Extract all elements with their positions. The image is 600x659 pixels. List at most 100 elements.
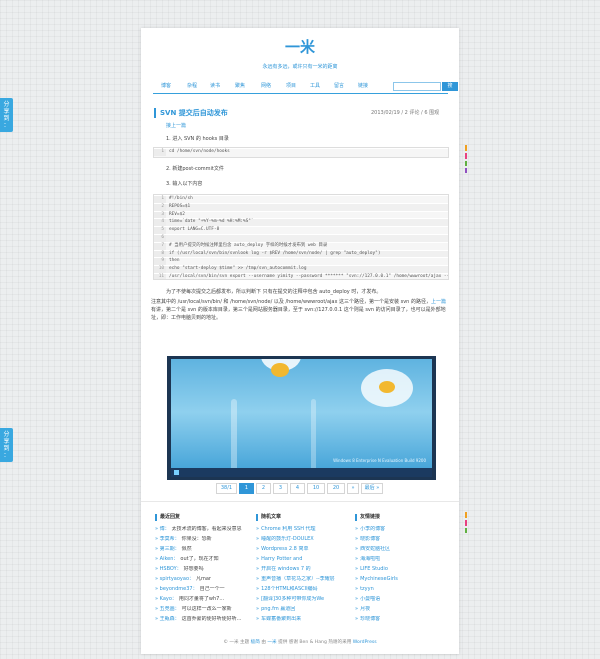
footer-list-item[interactable]: » 车蝶蓄番聚到出来 bbox=[256, 616, 348, 626]
item-prefix: » 五竞画： bbox=[155, 606, 180, 612]
share-tab-bottom[interactable]: 分 享 到 ： bbox=[0, 428, 13, 462]
step-1-text: 1. 进入 SVN 的 hooks 目录 bbox=[166, 136, 229, 142]
item-prefix: » bbox=[256, 596, 260, 602]
footer-list-item[interactable]: » 珍晓博客 bbox=[355, 616, 447, 626]
footer-list-item[interactable]: » 小李的博客 bbox=[355, 526, 447, 536]
step-2-text: 2. 新建post-commit文件 bbox=[166, 166, 224, 172]
footer-list-item[interactable]: » MychineseGirls bbox=[355, 576, 447, 586]
item-text: 你果没：恐新 bbox=[181, 536, 212, 542]
footer-divider bbox=[141, 501, 459, 502]
item-text: Harry Potter and bbox=[261, 556, 303, 562]
post-title-marker bbox=[154, 108, 156, 118]
footer-list-item[interactable]: » 西安蛇脑社区 bbox=[355, 546, 447, 556]
page-link-1[interactable]: 1 bbox=[239, 483, 254, 494]
item-prefix: » bbox=[355, 546, 359, 552]
wordpress-link[interactable]: WordPress bbox=[353, 640, 377, 645]
footer-list-item[interactable]: » Wordpress 2.8 简单 bbox=[256, 546, 348, 556]
footer-list-item[interactable]: » [翻译]30多种可带你成为We bbox=[256, 596, 348, 606]
line-number: 4 bbox=[154, 219, 166, 227]
line-number: 5 bbox=[154, 227, 166, 234]
footer-list-item[interactable]: » 第三期： 佩然 bbox=[155, 546, 247, 556]
footer-list-item[interactable]: » 重声音播（草花马之家）--李耀层 bbox=[256, 576, 348, 586]
item-text: 珍晓博客 bbox=[360, 616, 381, 622]
windows-8-screenshot: Windows 8 Enterprise N Evaluation Build … bbox=[167, 356, 436, 480]
site-title[interactable]: 一米 bbox=[141, 38, 459, 56]
page-link-20[interactable]: 20 bbox=[327, 483, 345, 494]
item-text: 月夜 bbox=[360, 606, 371, 612]
footer-list-item[interactable]: » 开启在 windows 7 的 bbox=[256, 566, 348, 576]
item-text: 用同才董将了wh7... bbox=[178, 596, 225, 602]
item-text: 西安蛇脑社区 bbox=[360, 546, 391, 552]
footer-list-item[interactable]: » 晓影博客 bbox=[355, 536, 447, 546]
search-input[interactable] bbox=[393, 82, 441, 91]
footer-list-item[interactable]: » 睡醒的鼓乐灯-DOULEX bbox=[256, 536, 348, 546]
item-text: out了，现在才知 bbox=[180, 556, 219, 562]
code-line: 3 REV=$2 bbox=[154, 210, 448, 219]
friend-links-list: » 小李的博客» 晓影博客» 西安蛇脑社区» 海海啦啦» LIFE Studio» Mych… bbox=[355, 526, 447, 626]
item-prefix: » bbox=[355, 576, 359, 582]
footer-list-item[interactable]: » 128个HTML和ASCII编码 bbox=[256, 586, 348, 596]
theme-link[interactable]: 极简 bbox=[251, 640, 260, 645]
nav-item-network[interactable]: 网络 bbox=[261, 83, 271, 90]
item-prefix: » bbox=[256, 556, 260, 562]
item-text: 车蝶蓄番聚到出来 bbox=[261, 616, 302, 622]
footer-list-item[interactable]: » HSBOY： 好想要吗 bbox=[155, 566, 247, 576]
nav-item-links[interactable]: 链接 bbox=[358, 83, 368, 90]
search-button[interactable]: 搜 bbox=[442, 82, 458, 91]
code-line: 9 then bbox=[154, 257, 448, 266]
line-number: 11 bbox=[154, 273, 166, 279]
item-prefix: » bbox=[355, 556, 359, 562]
footer-list-item[interactable]: » tzyyn bbox=[355, 586, 447, 596]
last-page-button[interactable]: 最后 » bbox=[361, 483, 383, 494]
author-link[interactable]: 一米 bbox=[267, 640, 276, 645]
footer-list-item[interactable]: » 王甄森： 这首乔蒙的便好听便好听... bbox=[155, 616, 247, 626]
post-title[interactable]: SVN 提交后自动发布 bbox=[160, 108, 228, 118]
code-line: 11/usr/local/svn/bin/svn export --userna… bbox=[154, 272, 449, 279]
footer-list-item[interactable]: » png.fm 赢道回 bbox=[256, 606, 348, 616]
item-prefix: » bbox=[256, 586, 260, 592]
footer-list-item[interactable]: » LIFE Studio bbox=[355, 566, 447, 576]
item-text: 可以这样一改么一家新 bbox=[181, 606, 232, 612]
footer-list-item[interactable]: » Chrome 利用 SSH 代理 bbox=[256, 526, 348, 536]
footer-list-item[interactable]: » beyondme37： 自己一个一 bbox=[155, 586, 247, 596]
footer-list-item[interactable]: » 海海啦啦 bbox=[355, 556, 447, 566]
footer-list-item[interactable]: » Aiken： out了，现在才知 bbox=[155, 556, 247, 566]
footer-list-item[interactable]: » Harry Potter and bbox=[256, 556, 348, 566]
item-text: 开启在 windows 7 的 bbox=[261, 566, 311, 572]
line-number: 9 bbox=[154, 258, 166, 266]
item-text: MychineseGirls bbox=[360, 576, 398, 582]
nav-item-guestbook[interactable]: 留言 bbox=[334, 83, 344, 90]
nav-item-misc[interactable]: 杂程 bbox=[187, 83, 197, 90]
previous-post-inline-link[interactable]: 上一篇 bbox=[431, 299, 446, 305]
footer-list-item[interactable]: » spirtyaoyao： 凡mar bbox=[155, 576, 247, 586]
footer-list-item[interactable]: » 小曼喵语 bbox=[355, 596, 447, 606]
page-link-2[interactable]: 2 bbox=[256, 483, 271, 494]
nav-item-blog[interactable]: 博客 bbox=[161, 83, 171, 90]
nav-item-reading[interactable]: 读书 bbox=[210, 83, 220, 90]
footer-list-item[interactable]: » 月夜 bbox=[355, 606, 447, 616]
line-number: 1 bbox=[154, 196, 166, 203]
previous-post-link[interactable]: 接上一篇 bbox=[166, 123, 186, 130]
page-link-4[interactable]: 4 bbox=[290, 483, 305, 494]
code-text: REV=$2 bbox=[169, 211, 185, 217]
footer-list-item[interactable]: » 李莫希： 你果没：恐新 bbox=[155, 536, 247, 546]
page-link-3[interactable]: 3 bbox=[273, 483, 288, 494]
footer-list-item[interactable]: » 博： 太技术流的博客，看起来没意思 bbox=[155, 526, 247, 536]
item-prefix: » bbox=[256, 566, 260, 572]
code-block-2: 1 #!/bin/sh 2 REPOS=$1 3 REV=$2 4 time=`date "+… bbox=[153, 194, 449, 280]
footer-list-item[interactable]: » Kayo： 用同才董将了wh7... bbox=[155, 596, 247, 606]
item-prefix: » bbox=[355, 616, 359, 622]
desktop-wallpaper: Windows 8 Enterprise N Evaluation Build … bbox=[171, 359, 432, 477]
code-text: /usr/local/svn/bin/svn export --username… bbox=[169, 273, 449, 279]
code-text: export LANG=C.UTF-8 bbox=[169, 227, 220, 233]
share-tab-top[interactable]: 分 享 到 ： bbox=[0, 98, 13, 132]
nav-item-focus[interactable]: 聚焦 bbox=[235, 83, 245, 90]
color-marker bbox=[465, 528, 467, 533]
description-paragraph-1: 为了不使每次提交之后都发布，所以判断下 只有在提交的注释中包含 auto_dep… bbox=[166, 289, 382, 295]
nav-item-projects[interactable]: 项目 bbox=[286, 83, 296, 90]
nav-item-tools[interactable]: 工具 bbox=[310, 83, 320, 90]
site-footer: © 一米 主题 极简 由 一米 提供 感谢 Ben & Hang 热谢的采用 W… bbox=[223, 640, 377, 645]
footer-list-item[interactable]: » 五竞画： 可以这样一改么一家新 bbox=[155, 606, 247, 616]
next-page-button[interactable]: » bbox=[347, 483, 359, 494]
page-link-10[interactable]: 10 bbox=[307, 483, 325, 494]
